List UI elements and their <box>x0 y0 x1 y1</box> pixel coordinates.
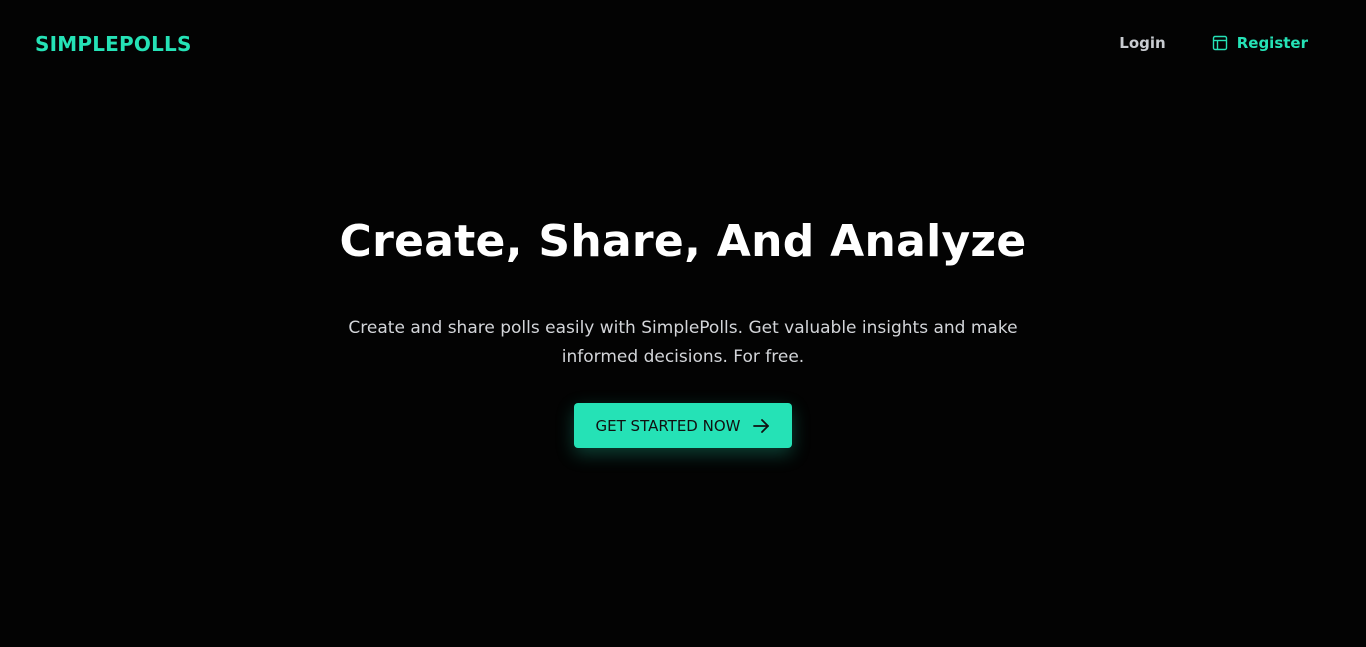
login-link[interactable]: Login <box>1119 33 1165 53</box>
arrow-right-icon <box>752 417 770 435</box>
layout-icon <box>1212 35 1228 51</box>
get-started-label: GET STARTED NOW <box>595 416 741 435</box>
hero-title: Create, Share, And Analyze <box>339 216 1027 267</box>
nav-links: Login Register <box>1119 33 1308 53</box>
register-label: Register <box>1236 34 1308 52</box>
hero-section: Create, Share, And Analyze Create and sh… <box>0 210 1366 448</box>
landing-page: SIMPLEPOLLS Login Register Create, Share… <box>0 0 1366 647</box>
register-link[interactable]: Register <box>1212 33 1308 53</box>
hero-subtitle: Create and share polls easily with Simpl… <box>348 318 1018 367</box>
navbar: SIMPLEPOLLS Login Register <box>0 0 1366 88</box>
get-started-button[interactable]: GET STARTED NOW <box>574 403 792 448</box>
brand-logo[interactable]: SIMPLEPOLLS <box>35 30 192 58</box>
